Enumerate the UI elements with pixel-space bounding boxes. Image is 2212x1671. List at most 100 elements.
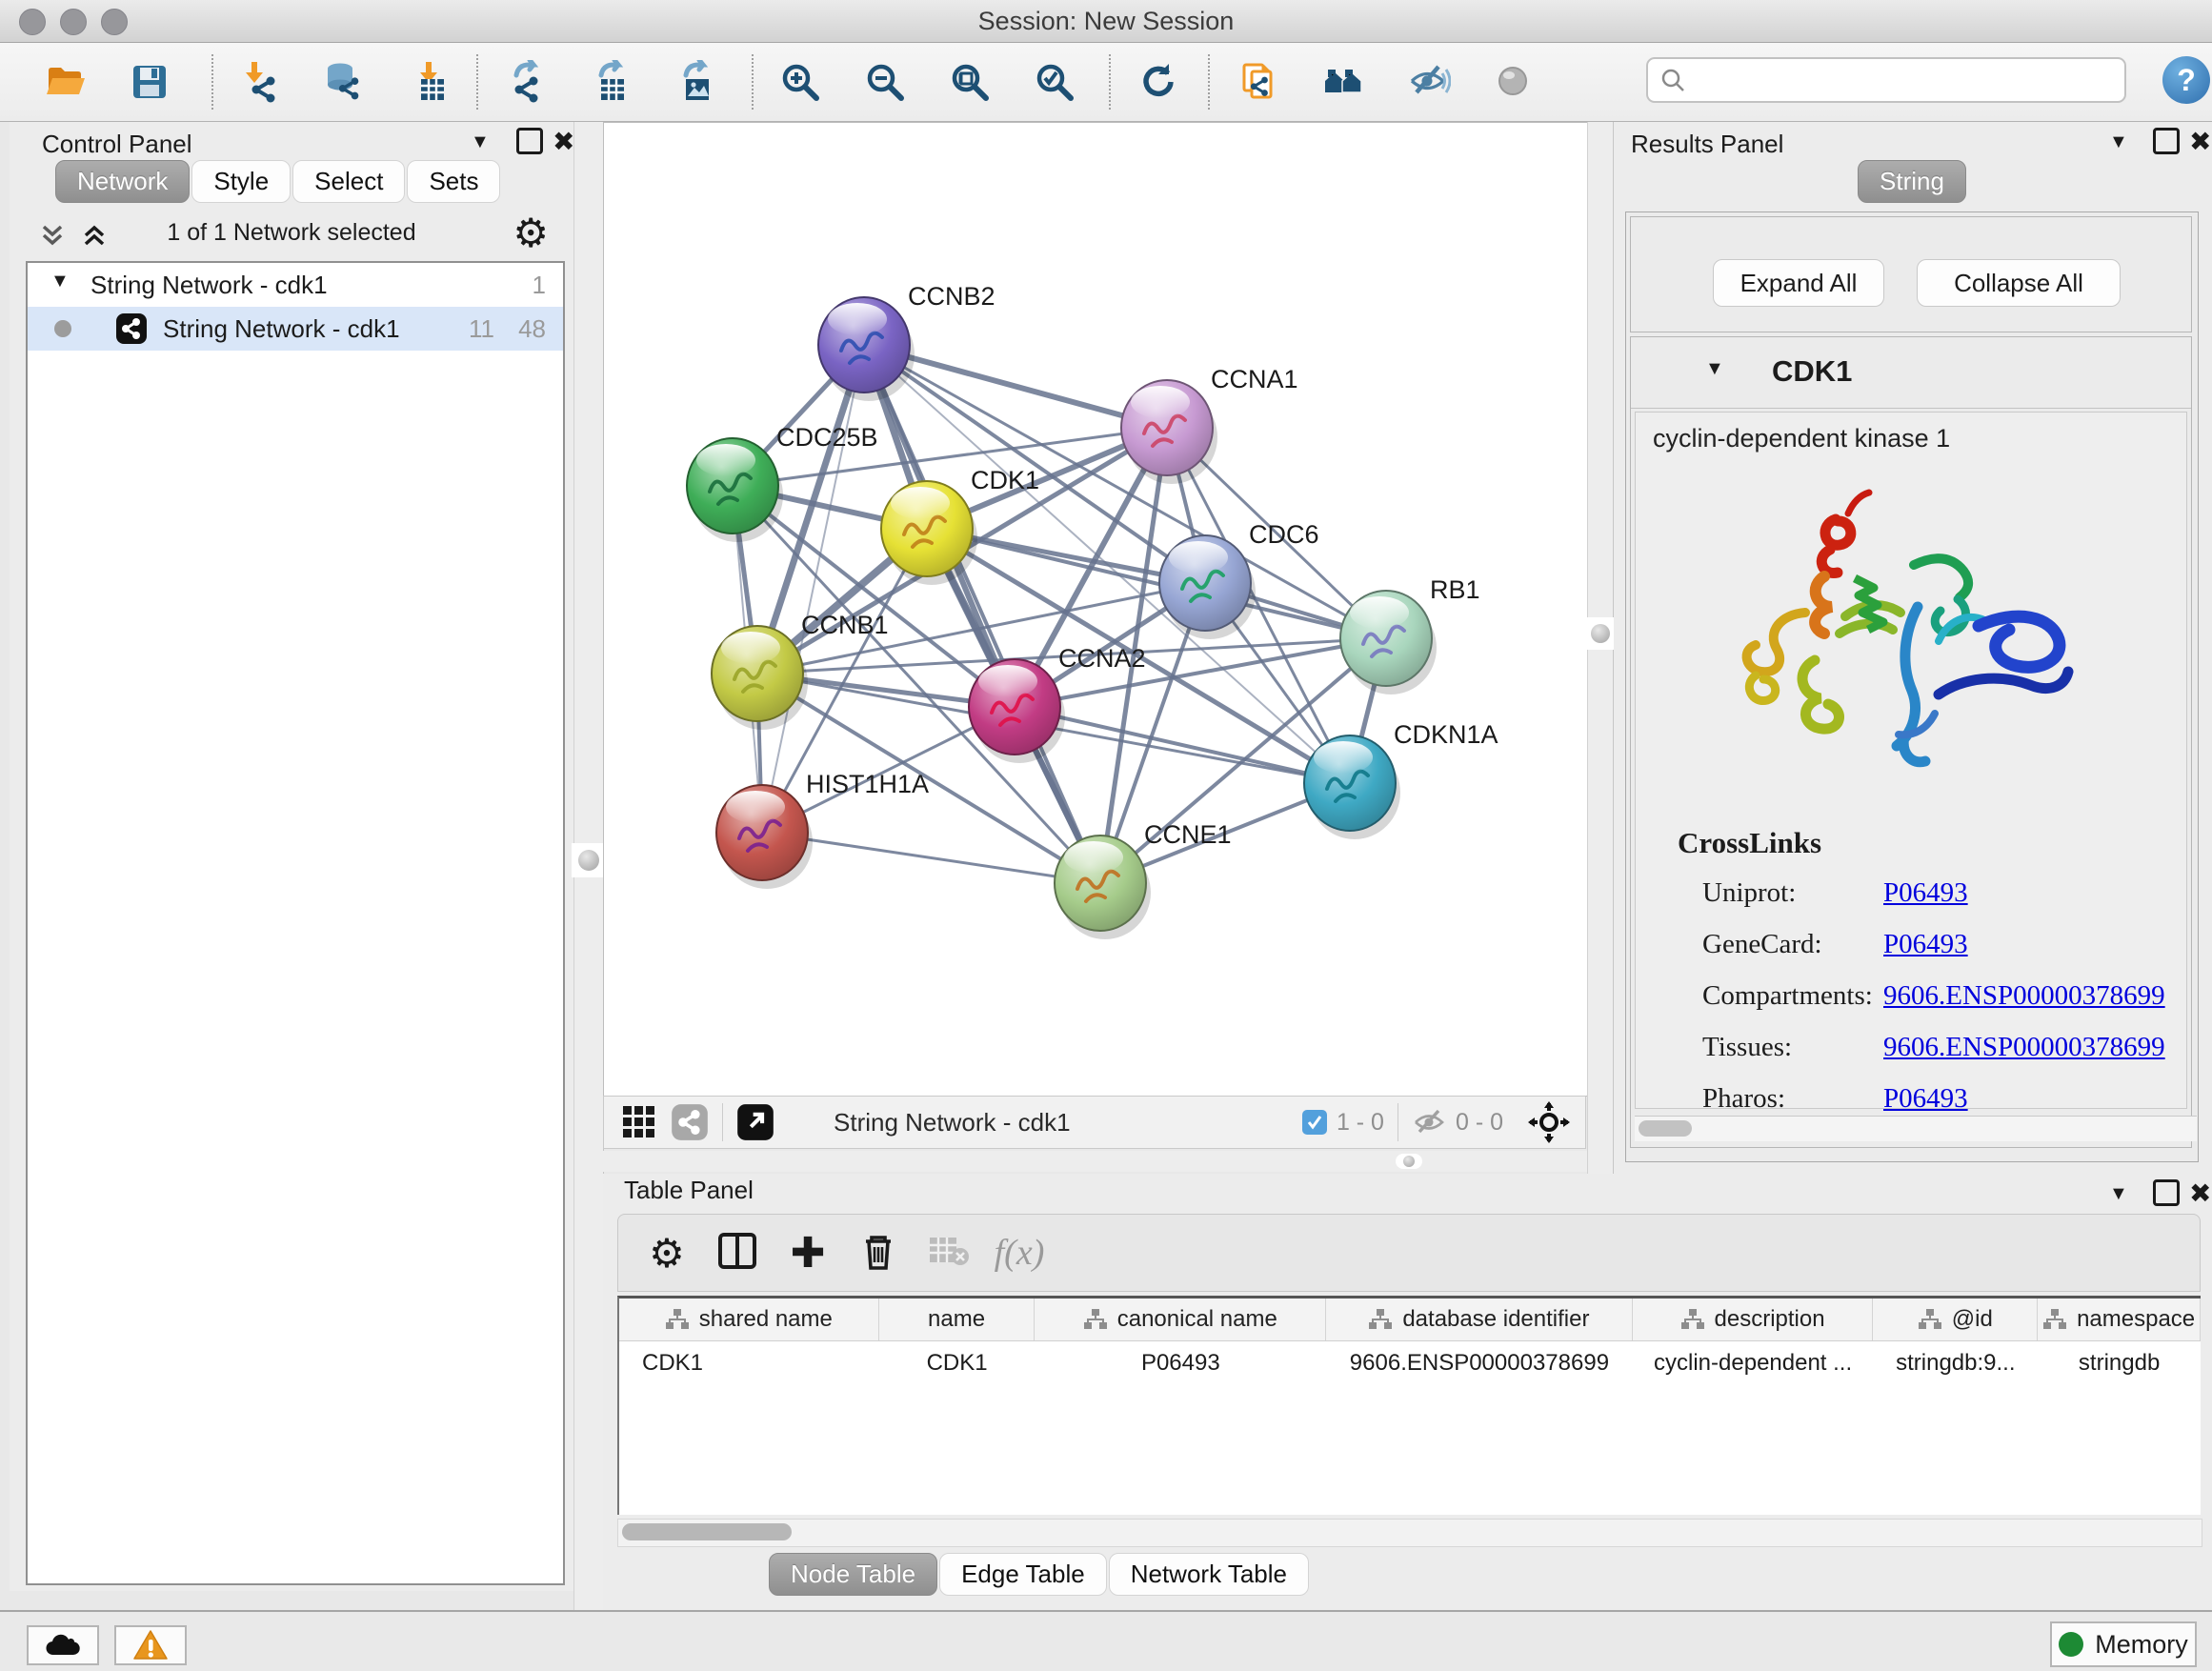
zoom-fit-button[interactable] xyxy=(941,53,998,111)
node-CDC6[interactable]: CDC6 xyxy=(1159,520,1319,639)
grid-view-icon[interactable] xyxy=(621,1104,657,1140)
table-horizontal-scrollbar[interactable] xyxy=(617,1519,2202,1547)
network-view-title: String Network - cdk1 xyxy=(834,1108,1071,1137)
network-graph[interactable]: CCNB2CCNA1CDC25BCDK1CDC6RB1CCNB1CCNA2CDK… xyxy=(604,123,1587,1096)
toolbar-separator xyxy=(752,54,754,110)
edge-HIST1H1A-CCNE1[interactable] xyxy=(762,833,1100,883)
delete-column-icon[interactable] xyxy=(843,1230,914,1277)
table-row[interactable]: CDK1CDK1P064939606.ENSP00000378699cyclin… xyxy=(619,1341,2201,1385)
gear-icon[interactable]: ⚙ xyxy=(513,210,549,256)
float-panel-icon[interactable] xyxy=(2153,1179,2180,1206)
crosslink-link[interactable]: P06493 xyxy=(1883,877,1968,909)
column-header-label: @id xyxy=(1952,1306,1993,1333)
column-header--id[interactable]: @id xyxy=(1873,1299,2038,1340)
left-splitter[interactable] xyxy=(573,122,604,1610)
memory-button[interactable]: Memory xyxy=(2050,1621,2197,1667)
show-columns-icon[interactable] xyxy=(702,1230,773,1277)
tab-edge-table[interactable]: Edge Table xyxy=(939,1553,1107,1596)
refresh-network-button[interactable] xyxy=(1130,53,1187,111)
column-header-canonical-name[interactable]: canonical name xyxy=(1035,1299,1326,1340)
network-row-selected[interactable]: String Network - cdk1 11 48 xyxy=(28,307,563,351)
panel-menu-icon[interactable]: ▼ xyxy=(2109,1183,2128,1205)
tab-style[interactable]: Style xyxy=(191,160,291,203)
crosslink-link[interactable]: P06493 xyxy=(1883,929,1968,960)
collapse-all-button[interactable]: Collapse All xyxy=(1917,259,2121,307)
column-header-database-identifier[interactable]: database identifier xyxy=(1326,1299,1633,1340)
open-session-button[interactable] xyxy=(36,53,93,111)
results-scrollbar[interactable] xyxy=(1635,1116,2197,1141)
add-column-icon[interactable]: ✚ xyxy=(773,1229,843,1278)
tab-network-table[interactable]: Network Table xyxy=(1109,1553,1309,1596)
node-section-header[interactable]: ▼ CDK1 xyxy=(1631,337,2191,409)
zoom-in-button[interactable] xyxy=(772,53,829,111)
warnings-button[interactable] xyxy=(114,1625,187,1665)
node-CDKN1A[interactable]: CDKN1A xyxy=(1304,720,1498,839)
hide-eye-button[interactable] xyxy=(1400,53,1458,111)
zoom-out-button[interactable] xyxy=(856,53,914,111)
right-splitter-handle[interactable] xyxy=(1584,617,1617,650)
node-CDK1[interactable]: CDK1 xyxy=(881,466,1039,585)
home-views-button[interactable] xyxy=(1316,53,1373,111)
collection-expander-icon[interactable]: ▼ xyxy=(50,271,70,292)
clone-network-button[interactable] xyxy=(1231,53,1288,111)
network-canvas[interactable]: CCNB2CCNA1CDC25BCDK1CDC6RB1CCNB1CCNA2CDK… xyxy=(603,122,1588,1097)
panel-menu-icon[interactable]: ▼ xyxy=(471,131,490,153)
main-toolbar: ? xyxy=(0,43,2212,122)
fit-content-icon[interactable] xyxy=(1528,1101,1570,1143)
tab-network[interactable]: Network xyxy=(55,160,190,203)
edge-CCNB2-HIST1H1A[interactable] xyxy=(762,345,864,833)
node-CCNB1[interactable]: CCNB1 xyxy=(712,611,889,730)
import-table-button[interactable] xyxy=(399,53,456,111)
import-network-button[interactable] xyxy=(230,53,287,111)
table-settings-gear-icon[interactable]: ⚙ xyxy=(632,1230,702,1277)
tab-node-table[interactable]: Node Table xyxy=(769,1553,937,1596)
export-network-button[interactable] xyxy=(494,53,552,111)
network-collection-row[interactable]: ▼ String Network - cdk1 1 xyxy=(28,263,563,307)
node-CCNA1[interactable]: CCNA1 xyxy=(1121,365,1298,484)
detach-view-icon[interactable] xyxy=(736,1103,774,1141)
save-session-button[interactable] xyxy=(121,53,178,111)
import-database-button[interactable] xyxy=(314,53,372,111)
node-label-CDC25B: CDC25B xyxy=(776,423,878,452)
network-list-icon[interactable] xyxy=(671,1103,709,1141)
zoom-selected-button[interactable] xyxy=(1026,53,1083,111)
export-image-button[interactable] xyxy=(664,53,721,111)
node-RB1[interactable]: RB1 xyxy=(1340,575,1480,695)
close-panel-icon[interactable]: ✖ xyxy=(553,126,574,157)
left-splitter-handle[interactable] xyxy=(572,843,606,877)
help-button[interactable]: ? xyxy=(2162,56,2210,104)
column-header-shared-name[interactable]: shared name xyxy=(619,1299,879,1340)
crosslinks-title: CrossLinks xyxy=(1678,826,1821,860)
crosslink-link[interactable]: 9606.ENSP00000378699 xyxy=(1883,980,2165,1012)
section-expander-icon[interactable]: ▼ xyxy=(1705,358,1724,380)
tab-select[interactable]: Select xyxy=(292,160,405,203)
search-input[interactable] xyxy=(1686,66,2090,94)
float-panel-icon[interactable] xyxy=(516,128,543,154)
crosslink-link[interactable]: P06493 xyxy=(1883,1083,1968,1115)
horizontal-splitter-handle[interactable] xyxy=(1396,1154,1422,1169)
cloud-icon xyxy=(44,1632,82,1659)
node-label-CCNA1: CCNA1 xyxy=(1211,365,1298,393)
column-namespace-icon xyxy=(1680,1308,1705,1331)
tab-sets[interactable]: Sets xyxy=(407,160,500,203)
close-panel-icon[interactable]: ✖ xyxy=(2189,1178,2211,1209)
right-splitter[interactable] xyxy=(1587,122,1614,1174)
protein-structure-image xyxy=(1693,473,2074,816)
close-panel-icon[interactable]: ✖ xyxy=(2189,126,2211,157)
selected-nodes-checkbox[interactable] xyxy=(1302,1110,1327,1135)
float-panel-icon[interactable] xyxy=(2153,128,2180,154)
show-eye-button[interactable] xyxy=(1485,53,1542,111)
search-box[interactable] xyxy=(1646,57,2126,103)
node-table[interactable]: shared namename canonical name database … xyxy=(617,1296,2201,1515)
expand-all-button[interactable]: Expand All xyxy=(1713,259,1884,307)
crosslink-link[interactable]: 9606.ENSP00000378699 xyxy=(1883,1032,2165,1063)
tab-string[interactable]: String xyxy=(1858,160,1966,203)
panel-menu-icon[interactable]: ▼ xyxy=(2109,131,2128,153)
export-table-button[interactable] xyxy=(579,53,636,111)
cloud-button[interactable] xyxy=(27,1625,99,1665)
column-header-description[interactable]: description xyxy=(1633,1299,1874,1340)
node-HIST1H1A[interactable]: HIST1H1A xyxy=(716,770,929,889)
column-header-namespace[interactable]: namespace xyxy=(2038,1299,2201,1340)
column-header-name[interactable]: name xyxy=(879,1299,1036,1340)
table-cell: CDK1 xyxy=(619,1341,879,1385)
